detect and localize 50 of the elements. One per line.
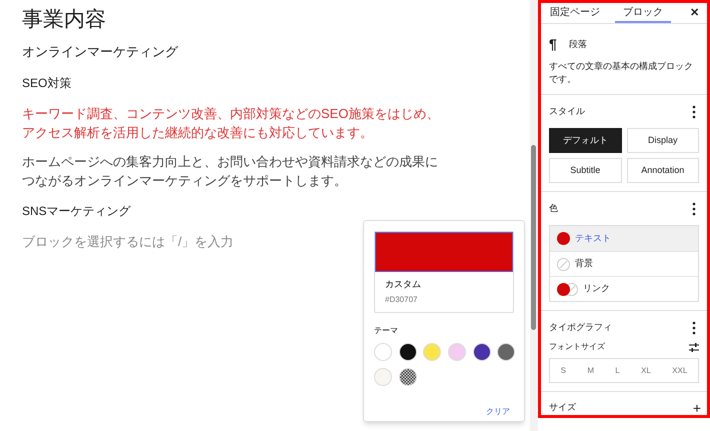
tab[interactable]: ブロック bbox=[615, 3, 671, 23]
more-options-icon[interactable] bbox=[692, 202, 696, 216]
heading: オンラインマーケティング bbox=[22, 43, 180, 61]
subheading: SEO対策 bbox=[22, 74, 72, 92]
style-option[interactable]: デフォルト bbox=[549, 128, 622, 153]
section-title: 色 bbox=[549, 202, 558, 216]
more-options-icon[interactable] bbox=[692, 321, 696, 335]
block-placeholder[interactable]: ブロックを選択するには「/」を入力 bbox=[22, 232, 234, 251]
more-options-icon[interactable] bbox=[692, 105, 696, 119]
no-color-indicator bbox=[557, 258, 570, 270]
style-option[interactable]: Subtitle bbox=[549, 158, 622, 183]
scrollbar[interactable] bbox=[530, 0, 538, 431]
font-size-option[interactable]: L bbox=[615, 364, 620, 376]
subheading: SNSマーケティング bbox=[22, 202, 132, 220]
style-option[interactable]: Annotation bbox=[626, 158, 699, 183]
color-swatch[interactable] bbox=[497, 342, 516, 360]
split-color-indicator bbox=[557, 282, 578, 296]
paragraph: ホームページへの集客力向上と、お問い合わせや資料請求などの成果につながるオンラインマーケティングをサポートします。 bbox=[22, 152, 439, 190]
clear-button[interactable]: クリア bbox=[486, 406, 510, 418]
paragraph-icon: ¶ bbox=[549, 34, 557, 55]
custom-label: カスタム bbox=[385, 278, 422, 291]
color-indicator bbox=[557, 232, 570, 245]
add-button[interactable]: + bbox=[692, 401, 701, 415]
color-swatch[interactable] bbox=[448, 342, 466, 360]
tab[interactable]: 固定ページ bbox=[547, 3, 603, 23]
style-option[interactable]: Display bbox=[626, 128, 699, 153]
color-swatch[interactable] bbox=[374, 342, 392, 360]
section-title: サイズ bbox=[549, 401, 576, 414]
font-size-option[interactable]: M bbox=[587, 364, 594, 376]
hex-value: #D30707 bbox=[385, 294, 418, 306]
paragraph: キーワード調査、コンテンツ改善、内部対策などのSEO施策をはじめ、アクセス解析を活用した継続的な改善にも対応しています。 bbox=[22, 104, 440, 142]
font-size-label: フォントサイズ bbox=[549, 341, 605, 353]
page-title: 事業内容 bbox=[22, 7, 107, 33]
close-button[interactable]: ✕ bbox=[690, 3, 699, 23]
color-swatch-preview[interactable] bbox=[375, 232, 513, 272]
color-swatch[interactable] bbox=[472, 342, 491, 360]
color-swatch[interactable] bbox=[398, 342, 417, 360]
font-size-option[interactable]: XL bbox=[641, 364, 651, 376]
section-title: タイポグラフィ bbox=[549, 321, 612, 334]
section-title: スタイル bbox=[549, 105, 585, 118]
sliders-icon[interactable] bbox=[689, 342, 699, 352]
block-name: 段落 bbox=[568, 38, 587, 51]
color-swatch[interactable] bbox=[374, 368, 392, 386]
font-size-option[interactable]: S bbox=[560, 364, 566, 376]
block-description: すべての文章の基本の構成ブロックです。 bbox=[549, 60, 694, 86]
font-size-option[interactable]: XXL bbox=[672, 364, 688, 376]
color-setting-item[interactable]: テキスト bbox=[550, 226, 698, 251]
color-swatch[interactable] bbox=[423, 342, 442, 360]
theme-label: テーマ bbox=[374, 324, 399, 336]
color-swatch[interactable] bbox=[398, 368, 417, 386]
